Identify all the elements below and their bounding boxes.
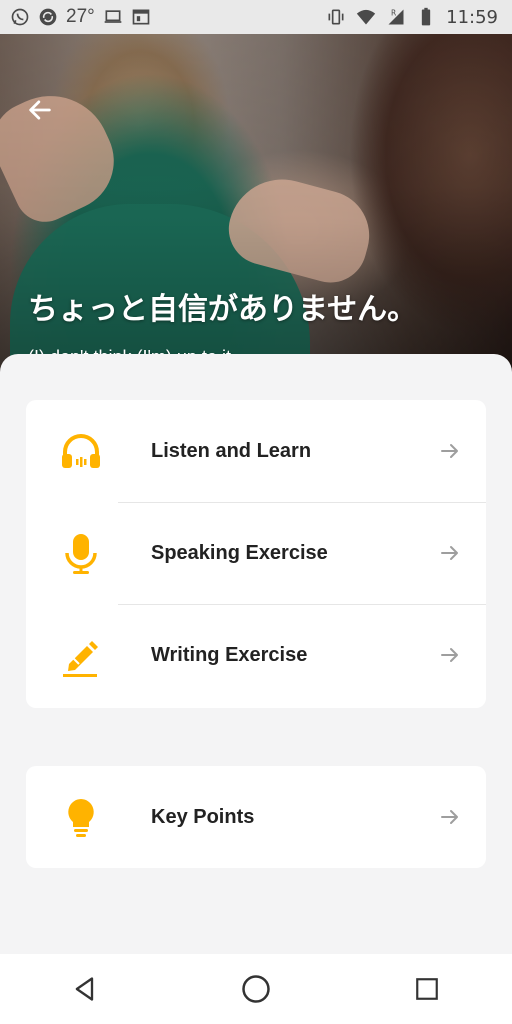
recents-square-icon — [415, 978, 438, 1000]
arrow-right-icon — [441, 444, 458, 458]
exercise-card: Listen and Learn Speaking Exercise Writi… — [26, 400, 486, 708]
key-points-row[interactable]: Key Points — [26, 766, 486, 868]
hero-image: ちょっと自信がありません。 (I) don't think (I'm) up t… — [0, 34, 512, 374]
signal-roaming-icon: R — [388, 8, 404, 25]
whatsapp-icon — [11, 8, 29, 26]
key-points-label: Key Points — [151, 805, 255, 828]
listen-and-learn-row[interactable]: Listen and Learn — [26, 400, 486, 502]
home-circle-icon — [242, 975, 270, 1003]
arrow-right-icon — [441, 810, 458, 824]
content-sheet: Listen and Learn Speaking Exercise Writi… — [0, 354, 512, 954]
back-triangle-icon — [75, 977, 94, 1001]
system-nav-bar — [0, 954, 512, 1024]
arrow-right-icon — [441, 648, 458, 662]
clock-text: 11:59 — [446, 6, 498, 28]
calendar-window-icon — [132, 9, 150, 25]
svg-text:R: R — [391, 8, 396, 17]
sync-icon — [39, 8, 57, 26]
writing-exercise-row[interactable]: Writing Exercise — [26, 604, 486, 706]
speaking-exercise-row[interactable]: Speaking Exercise — [26, 502, 486, 604]
phrase-title: ちょっと自信がありません。 — [28, 292, 418, 327]
lightbulb-icon — [68, 799, 94, 837]
arrow-right-icon — [441, 546, 458, 560]
back-button[interactable] — [22, 92, 58, 128]
nav-recents-button[interactable] — [407, 969, 447, 1009]
listen-and-learn-label: Listen and Learn — [151, 439, 312, 462]
nav-home-button[interactable] — [236, 969, 276, 1009]
wifi-icon — [356, 9, 376, 25]
temperature-text: 27° — [66, 6, 95, 27]
arrow-left-icon — [29, 100, 51, 120]
laptop-icon — [104, 10, 122, 23]
microphone-icon — [65, 534, 97, 574]
status-bar: 27° R 11:59 — [0, 0, 512, 34]
pencil-icon — [63, 641, 98, 677]
writing-exercise-label: Writing Exercise — [151, 643, 308, 666]
nav-back-button[interactable] — [65, 969, 105, 1009]
headphones-icon — [62, 434, 100, 468]
speaking-exercise-label: Speaking Exercise — [151, 541, 328, 564]
vibrate-icon — [328, 9, 344, 25]
key-points-card: Key Points — [26, 766, 486, 868]
battery-icon — [421, 7, 431, 26]
